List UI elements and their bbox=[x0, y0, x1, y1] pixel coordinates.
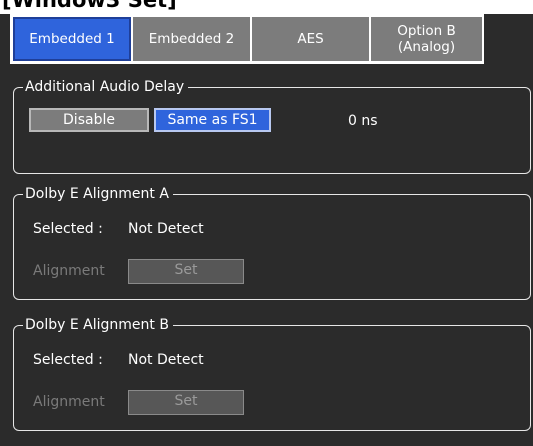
dolby-b-selected-label: Selected : bbox=[33, 352, 103, 368]
dolby-a-selected-value: Not Detect bbox=[128, 221, 204, 237]
tab-embedded-2[interactable]: Embedded 2 bbox=[133, 17, 250, 61]
disable-button[interactable]: Disable bbox=[29, 108, 149, 132]
dolby-a-set-button[interactable]: Set bbox=[128, 259, 244, 284]
dolby-b-alignment-label: Alignment bbox=[33, 394, 105, 410]
tab-embedded-1-label: Embedded 1 bbox=[29, 31, 115, 47]
dolby-a-group: Dolby E Alignment A Selected : Not Detec… bbox=[13, 185, 531, 300]
tab-option-b-analog[interactable]: Option B (Analog) bbox=[371, 17, 482, 61]
tab-aes-label: AES bbox=[297, 31, 324, 47]
audio-delay-group: Additional Audio Delay Disable Same as F… bbox=[13, 78, 531, 174]
window-title: [Window3 Set] bbox=[2, 0, 177, 12]
dolby-a-selected-label: Selected : bbox=[33, 221, 103, 237]
tab-option-b-label-line1: Option B bbox=[397, 23, 456, 39]
tab-embedded-2-label: Embedded 2 bbox=[148, 31, 235, 47]
tab-embedded-1[interactable]: Embedded 1 bbox=[13, 17, 131, 61]
same-as-fs1-button[interactable]: Same as FS1 bbox=[154, 108, 271, 132]
dolby-b-set-button[interactable]: Set bbox=[128, 390, 244, 415]
dolby-a-title: Dolby E Alignment A bbox=[23, 185, 173, 203]
tab-option-b-label-line2: (Analog) bbox=[397, 39, 456, 55]
dolby-b-title: Dolby E Alignment B bbox=[23, 316, 173, 334]
dolby-b-group: Dolby E Alignment B Selected : Not Detec… bbox=[13, 316, 531, 431]
audio-delay-title: Additional Audio Delay bbox=[23, 78, 189, 96]
dolby-b-selected-value: Not Detect bbox=[128, 352, 204, 368]
tab-bar: Embedded 1 Embedded 2 AES Option B (Anal… bbox=[10, 14, 484, 64]
audio-delay-value: 0 ns bbox=[348, 113, 378, 129]
tab-aes[interactable]: AES bbox=[252, 17, 369, 61]
dolby-a-alignment-label: Alignment bbox=[33, 263, 105, 279]
